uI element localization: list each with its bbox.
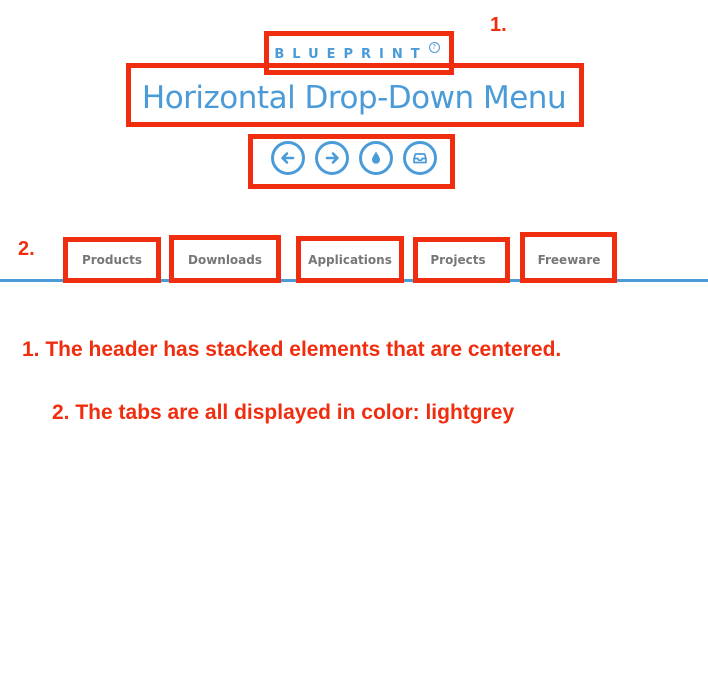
annotation-box-tab-projects [413, 237, 510, 283]
annotation-box-tab-freeware [520, 232, 617, 283]
annotation-box-tab-applications [296, 236, 404, 283]
annotation-box-title [126, 63, 584, 127]
annotation-note-2: 2. The tabs are all displayed in color: … [52, 401, 515, 424]
annotation-box-tab-downloads [169, 235, 281, 283]
annotation-box-icons [248, 134, 455, 189]
annotation-note-1: 1. The header has stacked elements that … [22, 338, 562, 361]
annotation-box-tab-products [63, 237, 161, 283]
annotation-number-2: 2. [18, 238, 35, 260]
annotation-number-1: 1. [490, 14, 507, 36]
